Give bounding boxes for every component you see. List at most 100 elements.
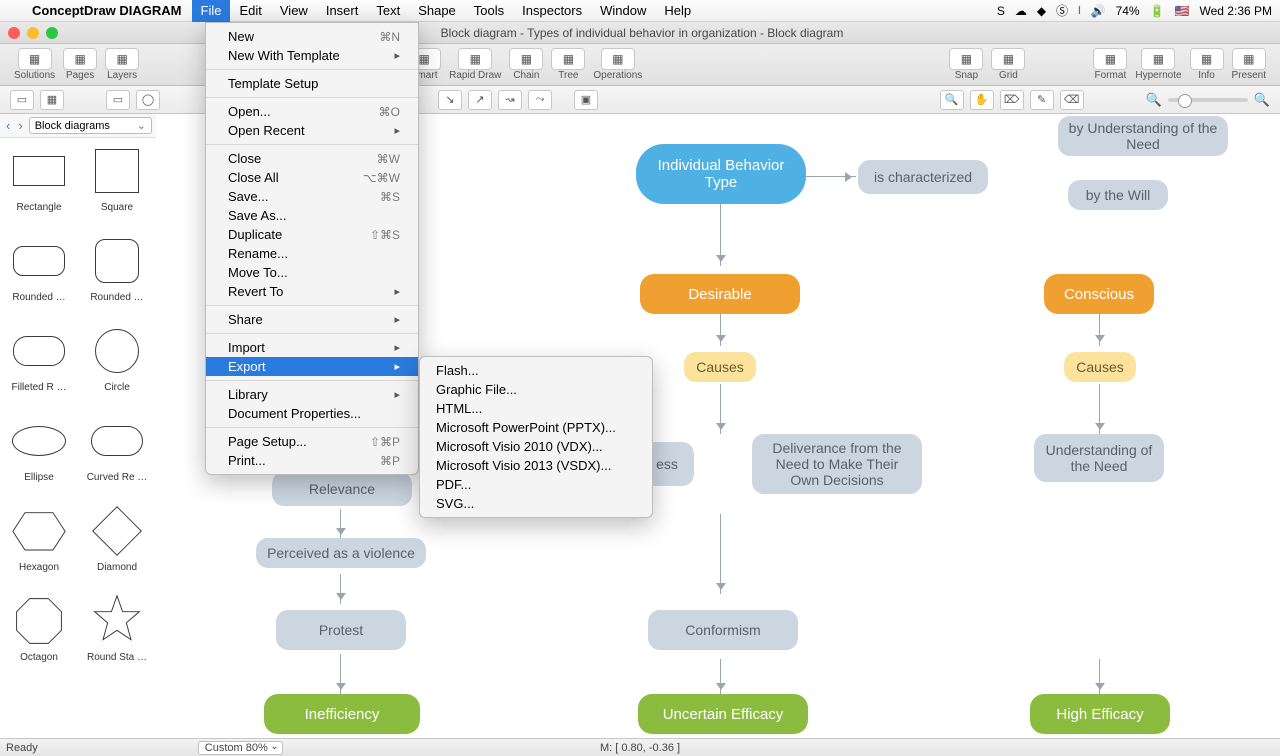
- zoom-select[interactable]: Custom 80%: [198, 741, 283, 755]
- menu-item-rename-[interactable]: Rename...: [206, 244, 418, 263]
- menu-view[interactable]: View: [271, 0, 317, 22]
- ellipse-tool[interactable]: ◯: [136, 90, 160, 110]
- menu-item-close-all[interactable]: Close All⌥⌘W: [206, 168, 418, 187]
- node-understanding-need[interactable]: Understanding of the Need: [1034, 434, 1164, 482]
- status-icon[interactable]: S: [997, 4, 1005, 18]
- menu-item-document-properties-[interactable]: Document Properties...: [206, 404, 418, 423]
- node-causes-2[interactable]: Causes: [1064, 352, 1136, 382]
- menu-item-library[interactable]: Library: [206, 385, 418, 404]
- skype-icon[interactable]: Ⓢ: [1056, 2, 1068, 19]
- toolbar-present[interactable]: ▦Present: [1232, 48, 1266, 81]
- node-uncertain[interactable]: Uncertain Efficacy: [638, 694, 808, 734]
- shape-square[interactable]: Square: [78, 138, 156, 228]
- menu-file[interactable]: File: [192, 0, 231, 22]
- shape-circle[interactable]: Circle: [78, 318, 156, 408]
- shape-ellipse[interactable]: Ellipse: [0, 408, 78, 498]
- node-relevance[interactable]: Relevance: [272, 472, 412, 506]
- menu-item-duplicate[interactable]: Duplicate⇧⌘S: [206, 225, 418, 244]
- zoom-slider[interactable]: 🔍 🔍: [1146, 92, 1270, 108]
- shape-filleted-r-[interactable]: Filleted R …: [0, 318, 78, 408]
- menu-item-export[interactable]: Export: [206, 357, 418, 376]
- menu-item-close[interactable]: Close⌘W: [206, 149, 418, 168]
- node-conformism[interactable]: Conformism: [648, 610, 798, 650]
- menu-item-revert-to[interactable]: Revert To: [206, 282, 418, 301]
- connector-tool-4[interactable]: ⤳: [528, 90, 552, 110]
- node-is-characterized[interactable]: is characterized: [858, 160, 988, 194]
- connector-tool-1[interactable]: ↘: [438, 90, 462, 110]
- menu-item-new-with-template[interactable]: New With Template: [206, 46, 418, 65]
- container-tool[interactable]: ▣: [574, 90, 598, 110]
- shape-diamond[interactable]: Diamond: [78, 498, 156, 588]
- node-causes-1[interactable]: Causes: [684, 352, 756, 382]
- toolbar-solutions[interactable]: ▦Solutions: [14, 48, 55, 81]
- export-flash-[interactable]: Flash...: [420, 361, 652, 380]
- toolbar-pages[interactable]: ▦Pages: [63, 48, 97, 81]
- toolbar-hypernote[interactable]: ▦Hypernote: [1135, 48, 1181, 81]
- volume-icon[interactable]: 🔊: [1091, 4, 1106, 18]
- shape-round-sta-[interactable]: Round Sta …: [78, 588, 156, 678]
- node-high-efficacy[interactable]: High Efficacy: [1030, 694, 1170, 734]
- shape-octagon[interactable]: Octagon: [0, 588, 78, 678]
- menu-help[interactable]: Help: [655, 0, 700, 22]
- menu-item-new[interactable]: New⌘N: [206, 27, 418, 46]
- toolbar-operations[interactable]: ▦Operations: [593, 48, 642, 81]
- export-graphic-file-[interactable]: Graphic File...: [420, 380, 652, 399]
- connector-tool-3[interactable]: ↝: [498, 90, 522, 110]
- menu-item-print-[interactable]: Print...⌘P: [206, 451, 418, 470]
- clock[interactable]: Wed 2:36 PM: [1200, 4, 1272, 18]
- pointer-tool[interactable]: ▭: [10, 90, 34, 110]
- toolbar-chain[interactable]: ▦Chain: [509, 48, 543, 81]
- node-desirable[interactable]: Desirable: [640, 274, 800, 314]
- select-tool[interactable]: ▦: [40, 90, 64, 110]
- diamond-icon[interactable]: ◆: [1037, 4, 1046, 18]
- export-microsoft-powerpoint-pptx-[interactable]: Microsoft PowerPoint (PPTX)...: [420, 418, 652, 437]
- node-individual-behavior[interactable]: Individual Behavior Type: [636, 144, 806, 204]
- menu-inspectors[interactable]: Inspectors: [513, 0, 591, 22]
- export-html-[interactable]: HTML...: [420, 399, 652, 418]
- node-protest[interactable]: Protest: [276, 610, 406, 650]
- zoom-out-icon[interactable]: 🔍: [1146, 92, 1162, 108]
- node-deliverance[interactable]: Deliverance from the Need to Make Their …: [752, 434, 922, 494]
- lib-back[interactable]: ‹: [4, 118, 12, 133]
- shape-rounded-[interactable]: Rounded …: [78, 228, 156, 318]
- menu-window[interactable]: Window: [591, 0, 655, 22]
- zoom-window[interactable]: [46, 27, 58, 39]
- zoom-in-icon[interactable]: 🔍: [940, 90, 964, 110]
- menu-item-template-setup[interactable]: Template Setup: [206, 74, 418, 93]
- hand-tool[interactable]: ✋: [970, 90, 994, 110]
- library-select[interactable]: Block diagrams ⌄: [29, 117, 152, 134]
- menu-insert[interactable]: Insert: [317, 0, 368, 22]
- export-svg-[interactable]: SVG...: [420, 494, 652, 513]
- menu-item-save-as-[interactable]: Save As...: [206, 206, 418, 225]
- close-window[interactable]: [8, 27, 20, 39]
- menu-item-open-recent[interactable]: Open Recent: [206, 121, 418, 140]
- shape-hexagon[interactable]: Hexagon: [0, 498, 78, 588]
- menu-tools[interactable]: Tools: [465, 0, 513, 22]
- node-perceived[interactable]: Perceived as a violence: [256, 538, 426, 568]
- menu-text[interactable]: Text: [367, 0, 409, 22]
- shape-rounded-[interactable]: Rounded …: [0, 228, 78, 318]
- lib-forward[interactable]: ›: [16, 118, 24, 133]
- toolbar-format[interactable]: ▦Format: [1093, 48, 1127, 81]
- menu-item-import[interactable]: Import: [206, 338, 418, 357]
- node-understanding[interactable]: by Understanding of the Need: [1058, 116, 1228, 156]
- menu-item-move-to-[interactable]: Move To...: [206, 263, 418, 282]
- battery-text[interactable]: 74%: [1116, 4, 1140, 18]
- export-microsoft-visio-vdx-[interactable]: Microsoft Visio 2010 (VDX)...: [420, 437, 652, 456]
- minimize-window[interactable]: [27, 27, 39, 39]
- menu-item-open-[interactable]: Open...⌘O: [206, 102, 418, 121]
- menu-item-share[interactable]: Share: [206, 310, 418, 329]
- node-inefficiency[interactable]: Inefficiency: [264, 694, 420, 734]
- cloud-icon[interactable]: ☁: [1015, 4, 1027, 18]
- menu-item-save-[interactable]: Save...⌘S: [206, 187, 418, 206]
- menu-shape[interactable]: Shape: [409, 0, 465, 22]
- toolbar-rapid-draw[interactable]: ▦Rapid Draw: [449, 48, 501, 81]
- menu-edit[interactable]: Edit: [230, 0, 270, 22]
- eraser-tool[interactable]: ⌫: [1060, 90, 1084, 110]
- shape-rectangle[interactable]: Rectangle: [0, 138, 78, 228]
- toolbar-snap[interactable]: ▦Snap: [949, 48, 983, 81]
- menu-item-page-setup-[interactable]: Page Setup...⇧⌘P: [206, 432, 418, 451]
- export-microsoft-visio-vsdx-[interactable]: Microsoft Visio 2013 (VSDX)...: [420, 456, 652, 475]
- stamp-tool[interactable]: ⌦: [1000, 90, 1024, 110]
- zoom-in-icon-2[interactable]: 🔍: [1254, 92, 1270, 108]
